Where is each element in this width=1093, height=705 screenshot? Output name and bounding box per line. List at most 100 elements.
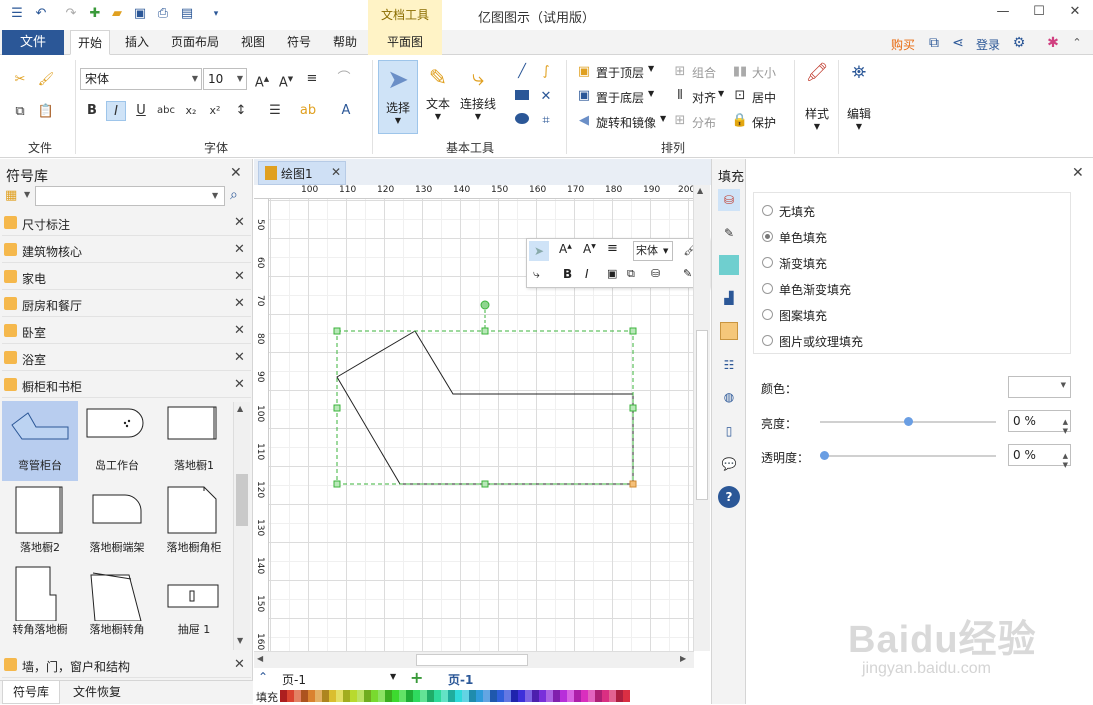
- redo-icon[interactable]: ↷: [62, 5, 80, 23]
- color-swatch[interactable]: [574, 690, 581, 702]
- strikethrough-icon[interactable]: abc: [156, 101, 176, 121]
- tab-symbol[interactable]: 符号: [280, 30, 318, 55]
- style-button[interactable]: 🖍 样式 ▼: [800, 62, 834, 142]
- resize-handle[interactable]: [481, 480, 489, 488]
- paste-icon[interactable]: 📋: [36, 102, 56, 122]
- color-swatch[interactable]: [322, 690, 329, 702]
- shape-curved-counter[interactable]: 弯管柜台: [2, 401, 78, 481]
- tab-view[interactable]: 视图: [234, 30, 272, 55]
- color-swatch[interactable]: [427, 690, 434, 702]
- resize-handle[interactable]: [333, 480, 341, 488]
- app-menu-icon[interactable]: ☰: [8, 5, 26, 23]
- close-icon[interactable]: ✕: [234, 323, 245, 338]
- tab-floor-plan[interactable]: 平面图: [368, 30, 442, 55]
- spin-down-icon[interactable]: ▼: [1063, 421, 1068, 441]
- library-search-input[interactable]: [35, 186, 225, 206]
- color-swatch[interactable]: [483, 690, 490, 702]
- print-icon[interactable]: ⎙: [154, 5, 172, 23]
- shrink-font-icon[interactable]: A▼: [276, 69, 296, 90]
- close-icon[interactable]: ✕: [234, 657, 245, 672]
- bold-icon[interactable]: B: [563, 267, 572, 281]
- shape-floor-cabinet-end[interactable]: 落地橱端架: [79, 483, 155, 563]
- page-properties-icon[interactable]: ☷: [718, 354, 740, 376]
- color-swatch[interactable]: [301, 690, 308, 702]
- connector-tool-button[interactable]: ⤷ 连接线 ▼: [458, 60, 498, 134]
- category-walls-doors-windows[interactable]: 墙，门，窗户和结构 ✕: [2, 653, 251, 678]
- color-swatch[interactable]: [553, 690, 560, 702]
- italic-icon[interactable]: I: [585, 267, 589, 281]
- radio-picture-fill[interactable]: [762, 335, 773, 346]
- category-bathroom[interactable]: 浴室 ✕: [2, 346, 251, 371]
- color-picker[interactable]: ▼: [1008, 376, 1071, 398]
- font-name-select[interactable]: 宋体 ▼: [80, 68, 202, 90]
- line-tool-icon[interactable]: ╱: [512, 62, 532, 82]
- subscript-icon[interactable]: x₂: [181, 101, 201, 121]
- chevron-down-icon[interactable]: ▼: [390, 672, 396, 681]
- document-tab[interactable]: 绘图1 ✕: [258, 161, 346, 185]
- group-button[interactable]: 组合: [692, 64, 716, 81]
- size-button[interactable]: 大小: [752, 64, 776, 81]
- color-swatch[interactable]: [434, 690, 441, 702]
- category-cabinets-bookcases[interactable]: 橱柜和书柜 ✕: [2, 373, 251, 398]
- shape-drawer-1[interactable]: 抽屉 1: [156, 565, 232, 645]
- scroll-right-icon[interactable]: ▶: [680, 654, 686, 663]
- close-icon[interactable]: ✕: [234, 242, 245, 257]
- rotation-handle[interactable]: [480, 300, 490, 310]
- line-style-icon[interactable]: ✎: [683, 267, 692, 280]
- customize-qa-icon[interactable]: ▾: [207, 5, 225, 23]
- color-swatch[interactable]: [350, 690, 357, 702]
- chevron-up-icon[interactable]: ⌃: [258, 670, 268, 684]
- color-swatch[interactable]: [329, 690, 336, 702]
- color-swatch[interactable]: [539, 690, 546, 702]
- color-swatch[interactable]: [581, 690, 588, 702]
- color-swatch[interactable]: [343, 690, 350, 702]
- tab-symbol-library[interactable]: 符号库: [2, 681, 60, 704]
- bring-front-icon[interactable]: ▣: [607, 267, 617, 280]
- text-tool-button[interactable]: ✎ 文本 ▼: [420, 60, 456, 134]
- category-building-core[interactable]: 建筑物核心 ✕: [2, 238, 251, 263]
- collapse-ribbon-icon[interactable]: ⌃: [1067, 33, 1087, 53]
- radio-no-fill[interactable]: [762, 205, 773, 216]
- color-swatch[interactable]: [392, 690, 399, 702]
- resize-handle[interactable]: [333, 404, 341, 412]
- tab-file-recovery[interactable]: 文件恢复: [64, 681, 130, 704]
- color-swatch[interactable]: [357, 690, 364, 702]
- library-menu-icon[interactable]: ▦: [5, 188, 17, 203]
- help-icon[interactable]: ?: [718, 486, 740, 508]
- bold-icon[interactable]: B: [82, 101, 102, 121]
- scroll-left-icon[interactable]: ◀: [257, 654, 263, 663]
- login-button[interactable]: 登录: [976, 36, 1000, 53]
- shape-floor-cabinet-corner[interactable]: 落地橱角柜: [156, 483, 232, 563]
- scroll-up-icon[interactable]: ▲: [237, 404, 243, 413]
- scroll-up-icon[interactable]: ▲: [697, 186, 703, 195]
- search-icon[interactable]: ⌕: [230, 187, 238, 203]
- buy-button[interactable]: 购买: [891, 36, 915, 53]
- shape-corner-floor-cabinet[interactable]: 转角落地橱: [2, 565, 78, 645]
- grow-font-icon[interactable]: A▲: [559, 242, 572, 256]
- shadow-icon[interactable]: [718, 254, 740, 276]
- transparency-slider[interactable]: [820, 455, 996, 457]
- scrollbar-thumb[interactable]: [416, 654, 528, 666]
- color-swatch[interactable]: [364, 690, 371, 702]
- rotate-mirror-button[interactable]: 旋转和镜像: [596, 114, 656, 131]
- color-swatch[interactable]: [280, 690, 287, 702]
- color-swatch[interactable]: [497, 690, 504, 702]
- spin-down-icon[interactable]: ▼: [1063, 455, 1068, 475]
- connector-icon[interactable]: ⤷: [533, 267, 540, 282]
- shape-island-workbench[interactable]: 岛工作台: [79, 401, 155, 481]
- arc-tool-icon[interactable]: ∫: [536, 62, 556, 82]
- text-path-icon[interactable]: ⌒: [334, 69, 354, 89]
- color-swatch[interactable]: [371, 690, 378, 702]
- color-swatch[interactable]: [518, 690, 525, 702]
- color-swatch[interactable]: [406, 690, 413, 702]
- brightness-slider-knob[interactable]: [904, 417, 913, 426]
- color-swatch[interactable]: [567, 690, 574, 702]
- send-back-icon[interactable]: ⧉: [627, 267, 635, 281]
- bring-front-button[interactable]: 置于顶层: [596, 64, 644, 81]
- paragraph-align-icon[interactable]: ≡: [607, 241, 618, 256]
- crosshair-tool-icon[interactable]: ✕: [536, 87, 556, 107]
- align-button[interactable]: 对齐: [692, 89, 716, 106]
- curved-counter-shape[interactable]: [336, 330, 634, 485]
- tab-help[interactable]: 帮助: [326, 30, 364, 55]
- add-page-icon[interactable]: +: [410, 668, 423, 687]
